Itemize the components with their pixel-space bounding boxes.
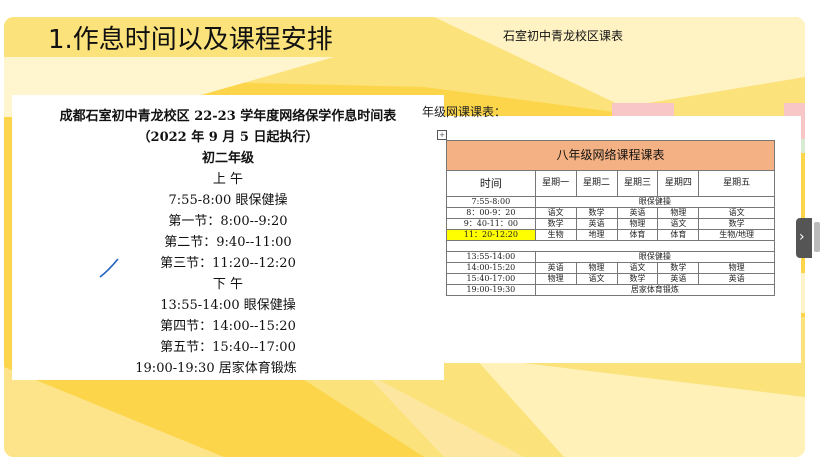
chevron-right-icon: › xyxy=(799,229,805,245)
timetable: 八年级网络课程课表 时间 星期一 星期二 星期三 星期四 星期五 7:55-8:00 眼保健操 8… xyxy=(446,140,776,296)
timetable-subject-cell: 英语 xyxy=(575,218,618,230)
timetable-merged-cell: 眼保健操 xyxy=(534,196,776,208)
timetable-title-row: 八年级网络课程课表 xyxy=(446,140,775,171)
table-row: 9：40-11：00 数学 英语 物理 语文 数学 xyxy=(446,218,775,230)
timetable-subject-cell: 生物/地理 xyxy=(698,229,775,241)
timetable-subject-cell: 语文 xyxy=(534,207,577,219)
schedule-morning: 上 午 xyxy=(212,172,244,187)
slide-title: 1.作息时间以及课程安排 xyxy=(48,25,333,55)
timetable-time-cell: 14:00-15:20 xyxy=(446,262,536,274)
timetable-header-row: 时间 星期一 星期二 星期三 星期四 星期五 xyxy=(446,170,775,197)
timetable-subject-cell: 数学 xyxy=(657,262,700,274)
timetable-time-cell: 11：20-12:20 xyxy=(446,229,536,241)
timetable-subject-cell: 物理 xyxy=(534,273,577,285)
timetable-subject-cell: 体育 xyxy=(657,229,700,241)
timetable-merged-cell: 居家体育锻炼 xyxy=(534,284,776,296)
scrollbar[interactable] xyxy=(814,222,820,252)
slide-subtitle: 石室初中青龙校区课表 xyxy=(503,29,624,43)
timetable-subject-cell: 物理 xyxy=(616,218,659,230)
timetable-merged-cell: 眼保健操 xyxy=(534,251,776,263)
table-row: 15:40-17:00 物理 语文 数学 英语 英语 xyxy=(446,273,775,285)
schedule-eye-exercise-am: 7:55-8:00 眼保健操 xyxy=(168,193,288,208)
schedule-heading: 成都石室初中青龙校区 22-23 学年度网络保学作息时间表 xyxy=(59,109,397,124)
timetable-header-cell: 星期二 xyxy=(575,170,618,197)
table-row: 14:00-15:20 英语 物理 语文 数学 物理 xyxy=(446,262,775,274)
table-row: 19:00-19:30 居家体育锻炼 xyxy=(446,284,776,296)
timetable-time-cell: 19:00-19:30 xyxy=(446,284,536,296)
timetable-header-cell: 星期五 xyxy=(698,170,775,197)
timetable-header-cell: 星期一 xyxy=(534,170,577,197)
timetable-subject-cell: 英语 xyxy=(616,207,659,219)
pen-stroke-icon xyxy=(99,258,119,278)
timetable-subject-cell: 数学 xyxy=(616,273,659,285)
table-row: 8：00-9：20 语文 数学 英语 物理 语文 xyxy=(446,207,775,219)
timetable-time-cell: 8：00-9：20 xyxy=(446,207,536,219)
timetable-time-cell: 13:55-14:00 xyxy=(446,251,536,263)
timetable-subject-cell: 语文 xyxy=(698,207,775,219)
schedule-period-2: 第二节：9:40--11:00 xyxy=(164,235,292,250)
timetable-header-cell: 星期三 xyxy=(616,170,659,197)
rest-schedule: 成都石室初中青龙校区 22-23 学年度网络保学作息时间表 （2022 年 9 … xyxy=(12,95,444,380)
timetable-subject-cell: 英语 xyxy=(534,262,577,274)
timetable-subject-cell: 语文 xyxy=(616,262,659,274)
timetable-subject-cell: 体育 xyxy=(616,229,659,241)
timetable-subject-cell: 物理 xyxy=(698,262,775,274)
timetable-title: 八年级网络课程课表 xyxy=(446,140,775,171)
schedule-afternoon: 下 午 xyxy=(212,277,244,292)
schedule-period-4: 第四节：14:00--15:20 xyxy=(160,319,296,334)
schedule-period-1: 第一节：8:00--9:20 xyxy=(168,214,288,229)
timetable-header-cell: 时间 xyxy=(446,170,536,197)
table-row: 13:55-14:00 眼保健操 xyxy=(446,251,776,263)
schedule-eye-exercise-pm: 13:55-14:00 眼保健操 xyxy=(160,298,296,313)
timetable-section-label: 年级网课课表： xyxy=(422,105,507,119)
timetable-subject-cell: 地理 xyxy=(575,229,618,241)
timetable-time-cell: 7:55-8:00 xyxy=(446,196,536,208)
schedule-evening: 19:00-19:30 居家体育锻炼 xyxy=(135,361,297,376)
timetable-subject-cell: 物理 xyxy=(575,262,618,274)
timetable-spacer-row xyxy=(446,240,775,252)
timetable-subject-cell: 数学 xyxy=(698,218,775,230)
schedule-effective-date: （2022 年 9 月 5 日起执行） xyxy=(137,130,319,145)
schedule-grade: 初二年级 xyxy=(201,151,254,166)
timetable-subject-cell: 物理 xyxy=(657,207,700,219)
timetable-spacer-cell xyxy=(446,240,775,252)
table-row: 7:55-8:00 眼保健操 xyxy=(446,196,776,208)
table-row: 11：20-12:20 生物 地理 体育 体育 生物/地理 xyxy=(446,229,775,241)
timetable-subject-cell: 生物 xyxy=(534,229,577,241)
timetable-header-cell: 星期四 xyxy=(657,170,700,197)
schedule-period-3: 第三节：11:20--12:20 xyxy=(160,256,296,271)
timetable-subject-cell: 英语 xyxy=(657,273,700,285)
timetable-subject-cell: 数学 xyxy=(575,207,618,219)
timetable-subject-cell: 语文 xyxy=(657,218,700,230)
timetable-subject-cell: 语文 xyxy=(575,273,618,285)
timetable-subject-cell: 数学 xyxy=(534,218,577,230)
timetable-time-cell: 15:40-17:00 xyxy=(446,273,536,285)
table-anchor-icon[interactable]: + xyxy=(437,130,447,140)
side-panel-toggle[interactable]: › xyxy=(796,218,812,258)
timetable-time-cell: 9：40-11：00 xyxy=(446,218,536,230)
schedule-period-5: 第五节：15:40--17:00 xyxy=(160,340,296,355)
timetable-subject-cell: 英语 xyxy=(698,273,775,285)
